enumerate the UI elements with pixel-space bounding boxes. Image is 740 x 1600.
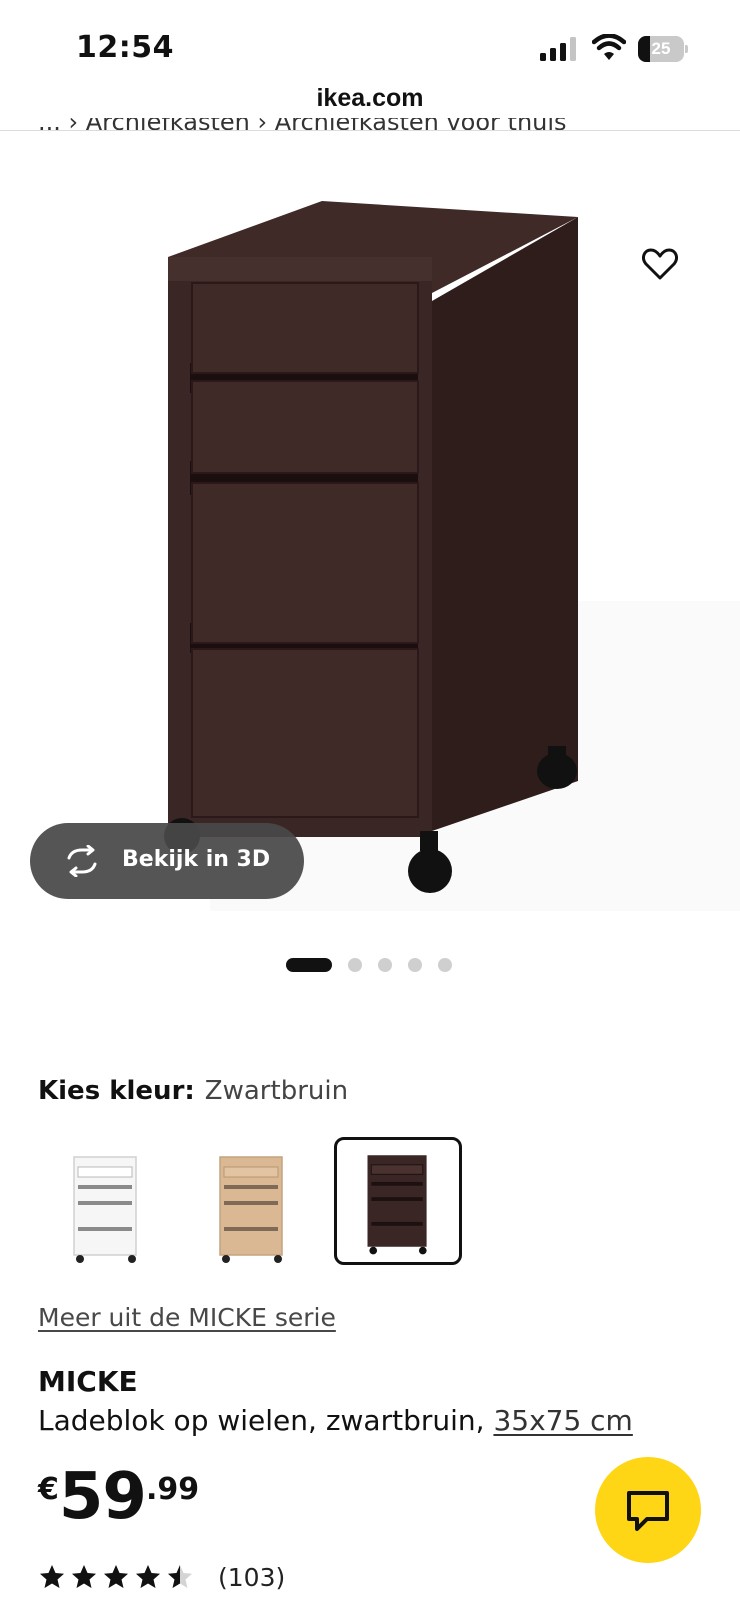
wifi-icon xyxy=(592,34,626,60)
price-integer: 59 xyxy=(58,1460,147,1534)
star-icon xyxy=(168,1565,192,1588)
status-time: 12:54 xyxy=(76,30,174,65)
star-icon xyxy=(104,1565,128,1588)
pagination-dot[interactable] xyxy=(286,958,332,972)
color-picker-heading: Kies kleur: Zwartbruin xyxy=(38,1076,348,1106)
battery-level: 25 xyxy=(651,39,671,58)
color-label: Kies kleur: xyxy=(38,1076,195,1106)
color-swatch-black-brown[interactable] xyxy=(334,1137,462,1265)
view-in-3d-button[interactable]: Bekijk in 3D xyxy=(30,823,304,899)
star-icon xyxy=(40,1565,64,1588)
product-image[interactable] xyxy=(0,131,740,931)
rotate-3d-icon xyxy=(67,845,97,877)
product-size-link[interactable]: 35x75 cm xyxy=(493,1404,632,1437)
view-in-3d-label: Bekijk in 3D xyxy=(122,847,271,872)
status-bar: 12:54 25 xyxy=(0,0,740,90)
review-count: (103) xyxy=(218,1563,286,1592)
star-icon xyxy=(72,1565,96,1588)
series-link[interactable]: Meer uit de MICKE serie xyxy=(38,1303,336,1332)
star-icon xyxy=(136,1565,160,1588)
chat-bubble-icon xyxy=(627,1491,669,1531)
battery-icon: 25 xyxy=(638,36,688,62)
pagination-dot[interactable] xyxy=(378,958,392,972)
pagination-dot[interactable] xyxy=(348,958,362,972)
pagination-dot[interactable] xyxy=(408,958,422,972)
cellular-signal-icon xyxy=(540,37,576,61)
chat-button[interactable] xyxy=(595,1457,701,1563)
price-currency: € xyxy=(38,1472,59,1507)
pagination-dot[interactable] xyxy=(438,958,452,972)
price: €59.99 xyxy=(38,1460,199,1534)
url-bar[interactable]: ikea.com xyxy=(0,84,740,113)
color-swatch-white[interactable] xyxy=(42,1137,170,1265)
color-swatch-oak[interactable] xyxy=(188,1137,316,1265)
favorite-heart-icon[interactable] xyxy=(640,244,680,284)
price-decimal: .99 xyxy=(145,1472,200,1507)
product-description: Ladeblok op wielen, zwartbruin, 35x75 cm xyxy=(38,1404,633,1437)
product-name: MICKE xyxy=(38,1365,138,1398)
product-description-text: Ladeblok op wielen, zwartbruin, xyxy=(38,1404,485,1437)
selected-color: Zwartbruin xyxy=(204,1076,349,1106)
